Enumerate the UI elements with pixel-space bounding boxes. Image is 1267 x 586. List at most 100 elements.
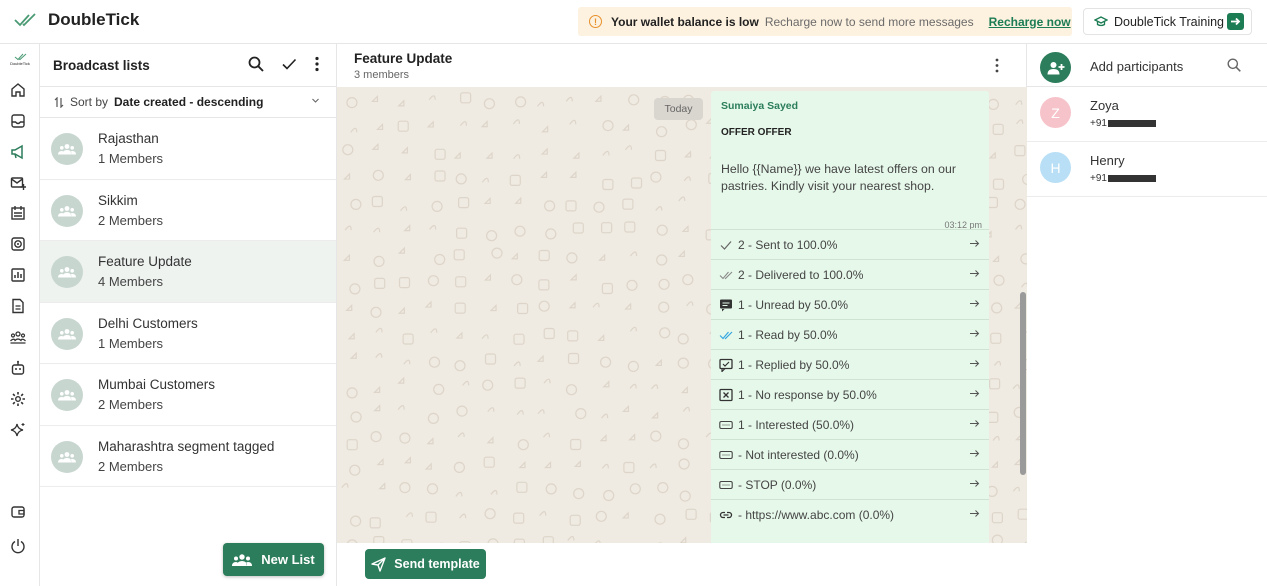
redacted-phone-bar xyxy=(1107,120,1156,127)
message-header: OFFER OFFER xyxy=(721,127,792,138)
bot-icon[interactable] xyxy=(10,360,26,376)
check-select-icon[interactable] xyxy=(281,56,297,72)
settings-gear-icon[interactable] xyxy=(10,391,26,407)
participant-item[interactable]: Z Zoya +91 xyxy=(1027,87,1267,142)
double-tick-logo-icon xyxy=(14,12,38,28)
broadcast-list-item[interactable]: Feature Update 4 Members xyxy=(40,241,336,303)
top-bar: DoubleTick ! Your wallet balance is low … xyxy=(0,0,1267,44)
broadcast-list-item[interactable]: Maharashtra segment tagged 2 Members xyxy=(40,426,336,487)
group-avatar-icon xyxy=(51,133,83,165)
stat-label: - Not interested (0.0%) xyxy=(738,447,859,462)
brand[interactable]: DoubleTick xyxy=(14,10,139,30)
stat-label: 1 - Interested (50.0%) xyxy=(738,417,855,432)
chat-panel: Feature Update 3 members Today Sumaiya S… xyxy=(337,44,1027,586)
group-avatar-icon xyxy=(51,256,83,288)
search-icon[interactable] xyxy=(1227,58,1241,72)
read-icon xyxy=(719,328,733,342)
broadcast-list-members: 2 Members xyxy=(98,397,164,412)
inbox-icon[interactable] xyxy=(10,113,26,129)
send-template-label: Send template xyxy=(394,557,480,571)
power-logout-icon[interactable] xyxy=(10,538,26,554)
participant-avatar: Z xyxy=(1040,97,1071,128)
target-icon[interactable] xyxy=(10,236,26,252)
chat-member-count: 3 members xyxy=(354,69,410,81)
participant-phone: +91 xyxy=(1090,173,1156,184)
stat-label: 1 - No response by 50.0% xyxy=(738,387,877,402)
check-icon xyxy=(719,238,733,252)
participant-item[interactable]: H Henry +91 xyxy=(1027,142,1267,197)
sort-dropdown[interactable]: Sort by Date created - descending xyxy=(40,87,336,118)
nav-rail: DoubleTick xyxy=(0,44,40,586)
more-vertical-icon[interactable] xyxy=(994,58,1000,73)
training-label: DoubleTick Training xyxy=(1114,14,1225,29)
new-list-button[interactable]: New List xyxy=(223,543,324,576)
stat-label: 1 - Unread by 50.0% xyxy=(738,297,849,312)
message-stat-row[interactable]: 2 - Delivered to 100.0% xyxy=(711,259,989,289)
add-participant-icon[interactable] xyxy=(1040,52,1071,83)
participant-avatar: H xyxy=(1040,152,1071,183)
new-list-label: New List xyxy=(261,552,315,567)
broadcast-header: Broadcast lists xyxy=(40,44,336,87)
wallet-icon[interactable] xyxy=(10,504,26,520)
message-stat-row[interactable]: 1 - Unread by 50.0% xyxy=(711,289,989,319)
message-stat-row[interactable]: 1 - Replied by 50.0% xyxy=(711,349,989,379)
broadcast-list-name: Sikkim xyxy=(98,192,138,208)
stat-label: 2 - Delivered to 100.0% xyxy=(738,267,864,282)
recharge-link[interactable]: Recharge now xyxy=(989,15,1071,29)
analytics-icon[interactable] xyxy=(10,267,26,283)
message-stat-row[interactable]: - Not interested (0.0%) xyxy=(711,439,989,469)
team-icon[interactable] xyxy=(10,329,26,345)
redacted-phone-bar xyxy=(1107,175,1156,182)
training-button[interactable]: DoubleTick Training xyxy=(1083,8,1252,35)
arrow-right-icon xyxy=(970,360,980,367)
broadcast-title: Broadcast lists xyxy=(53,58,150,73)
participant-list: Z Zoya +91 H Henry +91 xyxy=(1027,87,1267,197)
arrow-right-icon xyxy=(970,240,980,247)
mail-plus-icon[interactable] xyxy=(10,175,26,191)
broadcast-list-name: Mumbai Customers xyxy=(98,377,216,392)
broadcast-list-item[interactable]: Delhi Customers 1 Members xyxy=(40,303,336,364)
send-icon xyxy=(371,556,386,572)
link-icon xyxy=(719,508,733,522)
participant-phone: +91 xyxy=(1090,118,1156,129)
message-stat-row[interactable]: 1 - No response by 50.0% xyxy=(711,379,989,409)
message-stat-row[interactable]: - STOP (0.0%) xyxy=(711,469,989,499)
campaign-calendar-icon[interactable] xyxy=(10,205,26,221)
broadcast-list-name: Feature Update xyxy=(98,254,192,269)
group-avatar-icon xyxy=(51,440,83,473)
chat-messages-area[interactable]: Today Sumaiya Sayed OFFER OFFER Hello {{… xyxy=(337,87,1027,543)
arrow-right-icon xyxy=(970,270,980,277)
button-icon xyxy=(719,448,733,462)
broadcast-list-item[interactable]: Mumbai Customers 2 Members xyxy=(40,364,336,426)
message-stat-row[interactable]: 1 - Interested (50.0%) xyxy=(711,409,989,439)
sparkle-ai-icon[interactable] xyxy=(10,422,26,438)
message-stat-row[interactable]: 2 - Sent to 100.0% xyxy=(711,229,989,259)
arrow-right-icon xyxy=(970,390,980,397)
broadcast-list-members: 4 Members xyxy=(98,274,164,289)
button-icon xyxy=(719,418,733,432)
chat-scrollbar[interactable] xyxy=(1020,292,1026,475)
message-stat-row[interactable]: - https://www.abc.com (0.0%) xyxy=(711,499,989,529)
broadcast-list-members: 1 Members xyxy=(98,151,164,166)
home-icon[interactable] xyxy=(10,82,26,98)
broadcast-list-panel: Broadcast lists Sort by Date created - d… xyxy=(40,44,337,586)
group-avatar-icon xyxy=(51,317,83,350)
broadcast-list-item[interactable]: Sikkim 2 Members xyxy=(40,180,336,241)
chat-title: Feature Update xyxy=(354,51,453,66)
sort-value: Date created - descending xyxy=(114,95,264,109)
date-chip: Today xyxy=(654,98,703,120)
broadcast-list-item[interactable]: Rajasthan 1 Members xyxy=(40,118,336,180)
broadcast-megaphone-icon[interactable] xyxy=(10,144,26,160)
message-stat-row[interactable]: 1 - Read by 50.0% xyxy=(711,319,989,349)
chat-header[interactable]: Feature Update 3 members xyxy=(337,44,1026,87)
add-participants-label[interactable]: Add participants xyxy=(1090,59,1183,74)
search-icon[interactable] xyxy=(248,56,264,72)
message-bubble[interactable]: Sumaiya Sayed OFFER OFFER Hello {{Name}}… xyxy=(711,91,989,543)
stat-label: 1 - Read by 50.0% xyxy=(738,327,838,342)
broadcast-actions xyxy=(248,56,320,72)
participants-header: Add participants xyxy=(1027,44,1267,87)
more-vertical-icon[interactable] xyxy=(314,56,320,72)
phone-prefix: +91 xyxy=(1090,118,1107,129)
document-icon[interactable] xyxy=(10,298,26,314)
send-template-button[interactable]: Send template xyxy=(365,549,486,579)
